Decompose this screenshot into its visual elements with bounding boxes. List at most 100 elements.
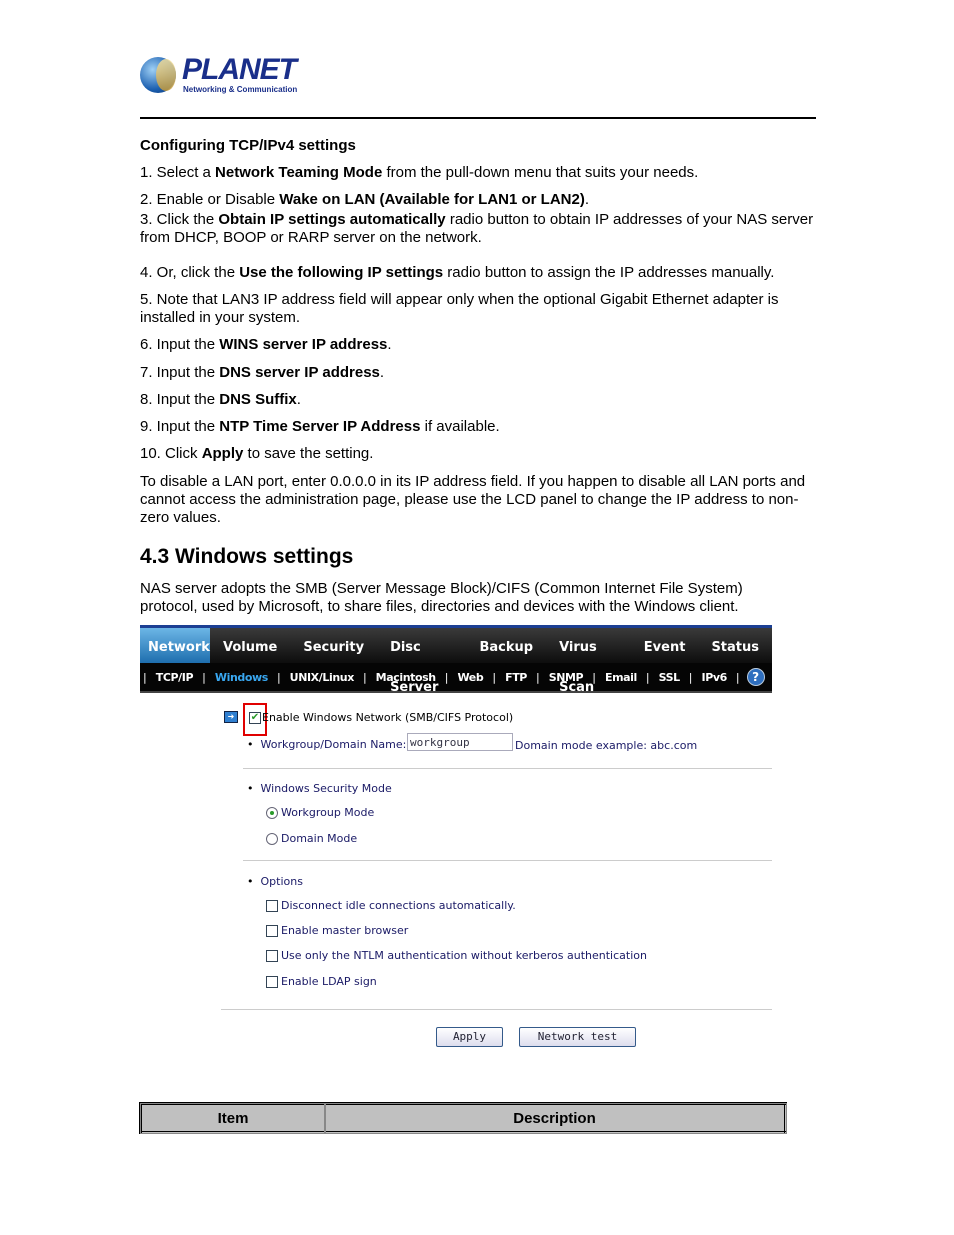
option-row[interactable]: Enable LDAP sign: [266, 975, 377, 988]
separator: |: [735, 670, 740, 684]
separator: |: [492, 670, 497, 684]
separator: |: [592, 670, 596, 684]
divider: [221, 1009, 772, 1010]
tab-backup[interactable]: Backup: [466, 628, 546, 663]
step-text: 7. Input the: [140, 364, 220, 381]
subtab-windows[interactable]: Windows: [209, 671, 274, 684]
arrow-right-icon: ➜: [224, 711, 238, 723]
subtab-ftp[interactable]: FTP: [499, 671, 533, 684]
step-text: from the pull-down menu that suits your …: [382, 164, 699, 181]
separator: |: [202, 670, 206, 684]
separator: |: [276, 670, 281, 684]
step-bold: WINS server IP address: [219, 336, 388, 353]
subtab-macintosh[interactable]: Macintosh: [370, 671, 442, 684]
option-row[interactable]: Enable master browser: [266, 924, 408, 937]
step-text: .: [387, 336, 392, 353]
subtab-web[interactable]: Web: [451, 671, 489, 684]
option-row[interactable]: Use only the NTLM authentication without…: [266, 949, 647, 962]
separator: |: [362, 670, 367, 684]
step-text: 5. Note that LAN3 IP address field will …: [140, 291, 779, 326]
page-heading: 4.3 Windows settings: [140, 545, 354, 568]
network-test-button[interactable]: Network test: [519, 1027, 636, 1047]
option-checkbox[interactable]: [266, 950, 278, 962]
step-text: 1. Select a: [140, 164, 216, 181]
intro-paragraph: NAS server adopts the SMB (Server Messag…: [140, 580, 743, 615]
workgroup-input[interactable]: [407, 733, 513, 751]
tab-network[interactable]: Network: [140, 628, 210, 663]
step-5: 5. Note that LAN3 IP address field will …: [140, 291, 820, 327]
step-text: if available.: [420, 418, 500, 435]
option-checkbox[interactable]: [266, 976, 278, 988]
options-label: Options: [260, 875, 303, 888]
globe-icon: [140, 57, 176, 93]
step-bold: NTP Time Server IP Address: [219, 418, 421, 435]
tab-security[interactable]: Security: [290, 628, 377, 663]
subtab-email[interactable]: Email: [599, 671, 643, 684]
step-bold: Wake on LAN (Available for LAN1 or LAN2): [279, 191, 585, 208]
step-bold: Network Teaming Mode: [215, 164, 383, 181]
step-6: 6. Input the WINS server IP address.: [140, 336, 820, 354]
enable-windows-checkbox[interactable]: ✔: [249, 712, 261, 724]
tab-volume[interactable]: Volume: [210, 628, 290, 663]
radio-label: Workgroup Mode: [281, 806, 375, 819]
option-label: Use only the NTLM authentication without…: [281, 949, 647, 962]
step-text: 6. Input the: [140, 336, 220, 353]
step-text: 4. Or, click the: [140, 264, 240, 281]
apply-button[interactable]: Apply: [436, 1027, 503, 1047]
step-2: 2. Enable or Disable Wake on LAN (Availa…: [140, 191, 820, 209]
tab-event[interactable]: Event: [631, 628, 699, 663]
subtab-ipv6[interactable]: IPv6: [696, 671, 733, 684]
radio-button[interactable]: [266, 807, 278, 819]
radio-label: Domain Mode: [281, 832, 358, 845]
step-4: 4. Or, click the Use the following IP se…: [140, 264, 820, 282]
step-8: 8. Input the DNS Suffix.: [140, 391, 820, 409]
radio-domain-mode[interactable]: Domain Mode: [266, 832, 357, 845]
subtab-tcp-ip[interactable]: TCP/IP: [150, 671, 199, 684]
section-heading: Configuring TCP/IPv4 settings: [140, 137, 356, 154]
subtab-ssl[interactable]: SSL: [653, 671, 686, 684]
separator: |: [535, 670, 540, 684]
separator: |: [645, 670, 650, 684]
separator: |: [143, 670, 147, 684]
radio-workgroup-mode[interactable]: Workgroup Mode: [266, 806, 374, 819]
security-mode-label: Windows Security Mode: [260, 782, 392, 795]
subtab-unix-linux[interactable]: UNIX/Linux: [284, 671, 360, 684]
step-text: to save the setting.: [243, 445, 374, 462]
tab-status[interactable]: Status: [698, 628, 772, 663]
step-text: 10. Click: [140, 445, 202, 462]
header-item: Item: [139, 1102, 326, 1134]
option-checkbox[interactable]: [266, 925, 278, 937]
tab-virus-scan[interactable]: Virus Scan: [546, 628, 631, 695]
help-icon[interactable]: ?: [746, 668, 765, 686]
option-label: Enable LDAP sign: [281, 975, 377, 988]
planet-logo: PLANET Networking & Communication: [140, 53, 300, 97]
subtab-snmp[interactable]: SNMP: [543, 671, 590, 684]
step-bold: Obtain IP settings automatically: [218, 211, 446, 228]
sub-tabs: | TCP/IP | Windows | UNIX/Linux | Macintosh | Web…: [140, 663, 772, 693]
step-text: 2. Enable or Disable: [140, 191, 280, 208]
step-text: .: [379, 364, 385, 381]
workgroup-row: • Workgroup/Domain Name:: [247, 738, 407, 751]
step-bold: DNS Suffix: [219, 391, 297, 408]
option-label: Enable master browser: [281, 924, 409, 937]
document-page: PLANET Networking & Communication Config…: [0, 0, 954, 1235]
option-row[interactable]: Disconnect idle connections automaticall…: [266, 899, 516, 912]
step-text: radio button to assign the IP addresses …: [443, 264, 775, 281]
option-checkbox[interactable]: [266, 900, 278, 912]
step-text: .: [584, 191, 590, 208]
step-3: 3. Click the Obtain IP settings automati…: [140, 211, 820, 247]
separator: |: [444, 670, 449, 684]
enable-windows-label: Enable Windows Network (SMB/CIFS Protoco…: [262, 711, 514, 724]
step-7: 7. Input the DNS server IP address.: [140, 364, 820, 382]
divider: [243, 768, 772, 769]
step-text: .: [296, 391, 301, 408]
separator: |: [688, 670, 693, 684]
step-10: 10. Click Apply to save the setting.: [140, 445, 820, 463]
step-text: 3. Click the: [140, 211, 219, 228]
tab-disc-server[interactable]: Disc Server: [377, 628, 466, 695]
step-bold: DNS server IP address: [219, 364, 380, 381]
divider: [243, 860, 772, 861]
radio-button[interactable]: [266, 833, 278, 845]
logo-word: PLANET: [182, 53, 297, 86]
nas-nav: Network Volume Security Disc Server Backup Vi…: [140, 625, 772, 695]
